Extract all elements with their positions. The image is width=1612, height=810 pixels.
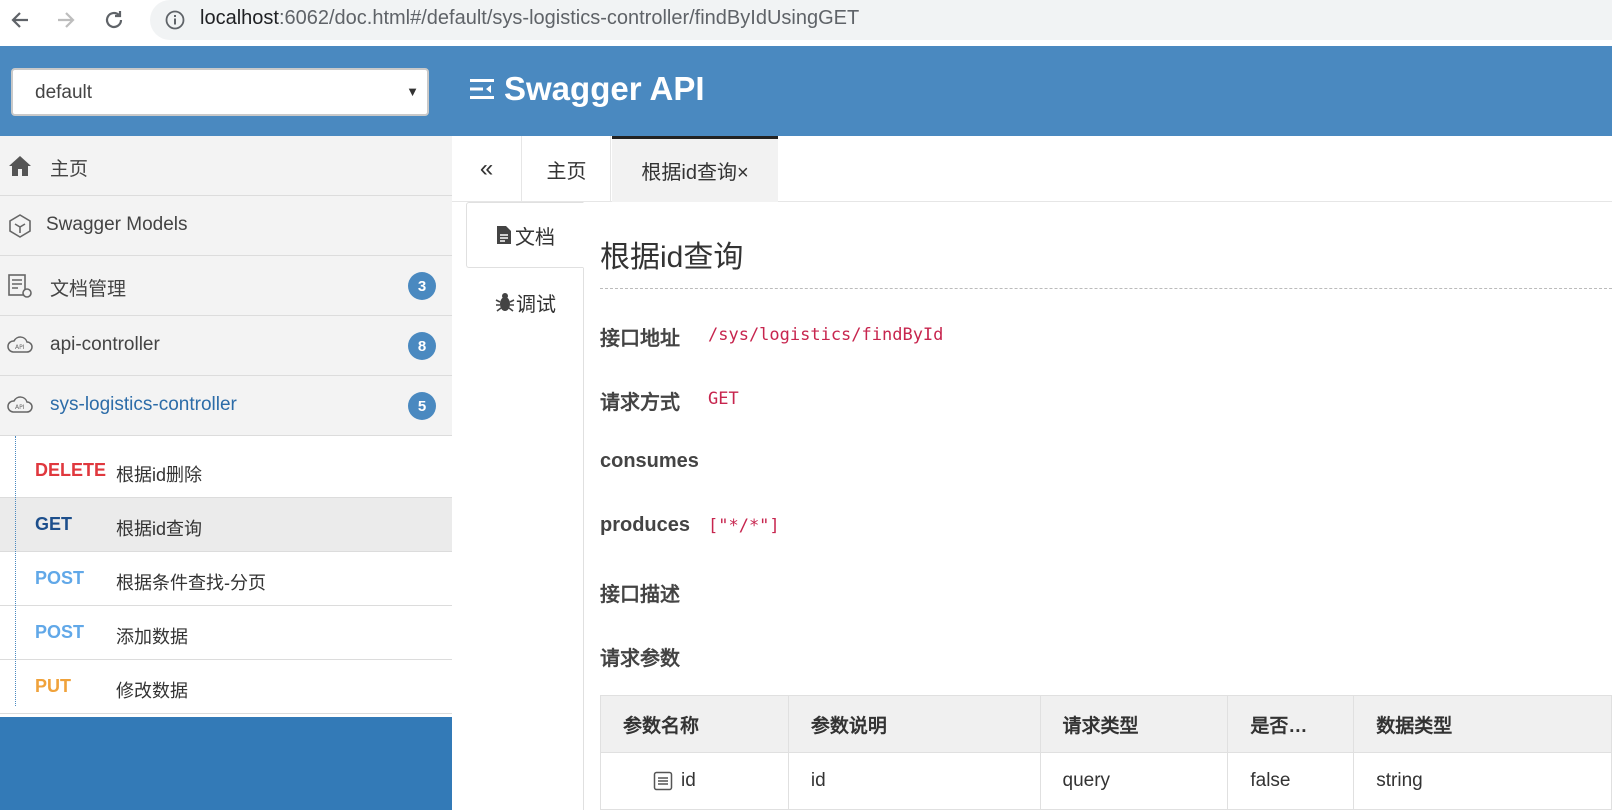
field-value-address: /sys/logistics/findById — [708, 325, 944, 345]
field-value-method: GET — [708, 389, 739, 409]
method-label: GET — [35, 514, 73, 534]
svg-text:API: API — [15, 344, 25, 351]
param-in-cell[interactable]: query — [1039, 752, 1229, 810]
column-header: 是否… — [1227, 695, 1355, 753]
field-label-consumes: consumes — [600, 450, 699, 472]
params-table: 参数名称 参数说明 请求类型 是否… 数据类型 id id query fals… — [600, 695, 1612, 810]
sidebar-item-api-controller[interactable]: API api-controller 8 — [0, 316, 452, 376]
brand: Swagger API — [470, 70, 705, 108]
param-name-cell: id — [600, 752, 789, 810]
home-icon — [9, 156, 31, 176]
endpoint-desc: 根据id删除 — [116, 465, 203, 485]
method-label: PUT — [35, 676, 71, 696]
endpoint-desc: 根据id查询 — [116, 519, 203, 539]
count-badge: 5 — [408, 392, 436, 420]
method-label: POST — [35, 622, 85, 642]
tab-label: 根据id查询× — [641, 162, 749, 184]
column-header: 参数名称 — [600, 695, 789, 753]
count-badge: 3 — [408, 272, 436, 300]
param-required-cell: false — [1227, 752, 1355, 810]
column-header: 数据类型 — [1353, 695, 1612, 753]
method-label: POST — [35, 568, 85, 588]
tab-find-by-id[interactable]: 根据id查询× — [612, 136, 778, 202]
tab-label: 文档 — [515, 226, 555, 249]
tab-label: 调试 — [516, 293, 556, 316]
brand-title: Swagger API — [504, 70, 705, 107]
group-select[interactable]: default ▼ — [11, 68, 429, 116]
back-arrow-icon — [11, 12, 28, 28]
tree-guide-line — [15, 436, 16, 706]
doc-debug-tabs: 文档 调试 — [452, 202, 584, 810]
bug-icon — [495, 293, 515, 312]
method-label: DELETE — [35, 460, 107, 480]
sidebar: 主页 Swagger Models 文档管理 3 API api-control… — [0, 136, 452, 810]
sidebar-item-label: 文档管理 — [50, 279, 127, 300]
tab-debug[interactable]: 调试 — [466, 270, 584, 334]
field-value-produces: ["*/*"] — [708, 516, 780, 536]
sidebar-item-sys-logistics-controller[interactable]: API sys-logistics-controller 5 — [0, 376, 452, 436]
field-label-method: 请求方式 — [600, 392, 680, 414]
url-text: localhost:6062/doc.html#/default/sys-log… — [200, 7, 860, 29]
tab-doc[interactable]: 文档 — [466, 202, 584, 268]
sidebar-footer — [0, 717, 452, 810]
param-type-cell: string — [1353, 752, 1612, 810]
field-label-description: 接口描述 — [600, 584, 680, 606]
app-header: default ▼ Swagger API — [0, 46, 1612, 136]
forward-arrow-icon — [58, 12, 75, 28]
tab-home[interactable]: 主页 — [523, 136, 611, 202]
sidebar-item-label: api-controller — [50, 334, 160, 355]
param-name: id — [681, 770, 696, 791]
back-button[interactable] — [4, 4, 36, 36]
double-chevron-left-icon: « — [479, 155, 494, 182]
tab-label: 主页 — [546, 160, 587, 183]
collapse-sidebar-button[interactable]: « — [452, 136, 522, 202]
reload-button[interactable] — [98, 4, 130, 36]
endpoint-item[interactable]: DELETE 根据id删除 — [0, 444, 452, 498]
page-title: 根据id查询 — [600, 241, 744, 274]
sidebar-item-home[interactable]: 主页 — [0, 136, 452, 196]
list-icon — [653, 771, 673, 791]
file-icon — [497, 226, 511, 244]
param-desc-cell: id — [787, 752, 1041, 810]
field-label-params: 请求参数 — [600, 648, 680, 670]
address-bar[interactable]: localhost:6062/doc.html#/default/sys-log… — [150, 0, 1612, 40]
svg-text:API: API — [15, 404, 25, 411]
sidebar-item-label: Swagger Models — [46, 214, 188, 235]
divider — [600, 288, 1612, 289]
menu-toggle-icon[interactable] — [470, 78, 496, 100]
endpoint-desc: 添加数据 — [116, 627, 188, 647]
column-header: 请求类型 — [1039, 695, 1229, 753]
doc-settings-icon — [8, 274, 32, 298]
table-header-row: 参数名称 参数说明 请求类型 是否… 数据类型 — [600, 695, 1612, 753]
forward-button[interactable] — [50, 4, 82, 36]
api-cloud-icon: API — [7, 336, 33, 353]
endpoint-desc: 根据条件查找-分页 — [116, 573, 266, 593]
count-badge: 8 — [408, 332, 436, 360]
sidebar-item-swagger-models[interactable]: Swagger Models — [0, 196, 452, 256]
column-header: 参数说明 — [787, 695, 1041, 753]
table-row: id id query false string — [600, 752, 1612, 810]
field-label-address: 接口地址 — [600, 328, 680, 350]
endpoint-item[interactable]: GET 根据id查询 — [0, 498, 452, 552]
endpoint-item[interactable]: POST 根据条件查找-分页 — [0, 552, 452, 606]
api-cloud-icon: API — [7, 396, 33, 413]
sidebar-item-label: sys-logistics-controller — [50, 394, 237, 415]
info-icon[interactable] — [164, 9, 186, 31]
endpoint-desc: 修改数据 — [116, 681, 188, 701]
browser-toolbar: localhost:6062/doc.html#/default/sys-log… — [0, 0, 1612, 46]
group-select-value: default — [35, 82, 93, 103]
endpoint-item[interactable]: PUT 修改数据 — [0, 660, 452, 714]
endpoint-item[interactable]: POST 添加数据 — [0, 606, 452, 660]
tab-bar: « 主页 根据id查询× — [452, 136, 1612, 202]
sidebar-item-doc-management[interactable]: 文档管理 3 — [0, 256, 452, 316]
models-icon — [9, 214, 31, 238]
sidebar-item-label: 主页 — [50, 159, 89, 180]
reload-icon — [105, 11, 123, 29]
chevron-down-icon: ▼ — [406, 84, 419, 99]
field-label-produces: produces — [600, 514, 691, 536]
doc-content: 根据id查询 接口地址 /sys/logistics/findById 请求方式… — [600, 202, 1612, 810]
